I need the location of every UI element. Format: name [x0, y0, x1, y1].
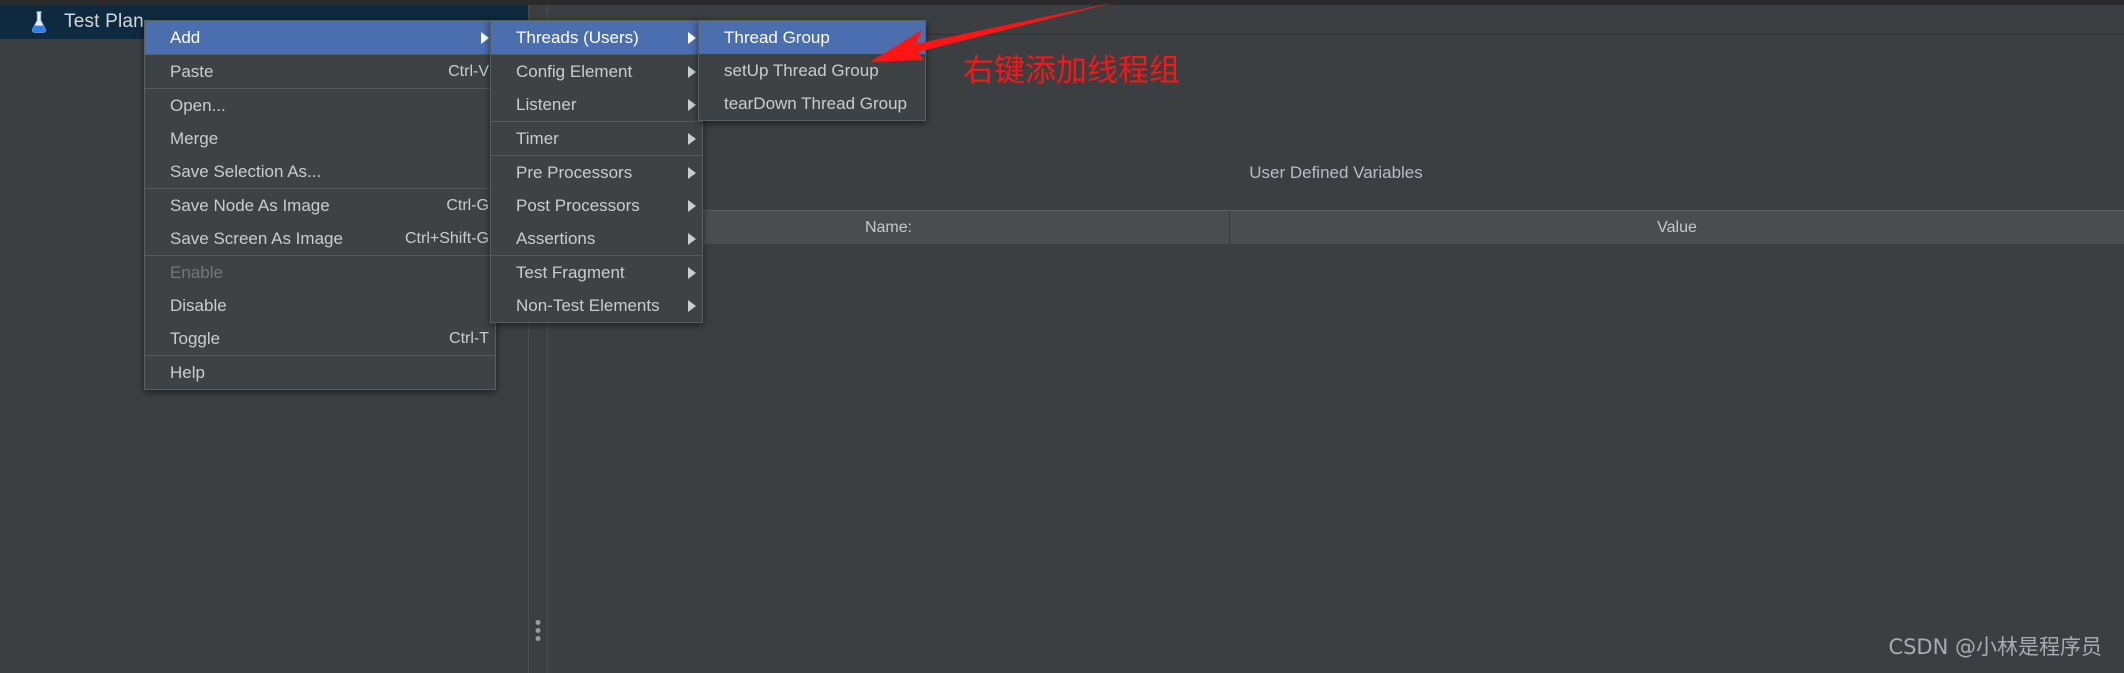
menu-item-config-element[interactable]: Config Element: [491, 55, 702, 88]
chevron-right-icon: [481, 31, 489, 44]
menu-item-threads-users[interactable]: Threads (Users): [491, 21, 702, 54]
chevron-right-icon: [688, 199, 696, 212]
menu-item-label: tearDown Thread Group: [724, 93, 908, 113]
watermark-label: CSDN @小林是程序员: [1888, 635, 2102, 659]
table-header-row: Name: Value: [548, 210, 2124, 246]
menu-item-timer[interactable]: Timer: [491, 122, 702, 155]
menu-item-save-screen-as-image[interactable]: Save Screen As Image Ctrl+Shift-G: [145, 222, 495, 255]
menu-item-listener[interactable]: Listener: [491, 88, 702, 121]
menu-item-toggle[interactable]: Toggle Ctrl-T: [145, 322, 495, 355]
menu-item-label: Help: [170, 362, 205, 382]
chevron-right-icon: [688, 266, 696, 279]
menu-item-label: Paste: [170, 61, 214, 81]
menu-item-teardown-thread-group[interactable]: tearDown Thread Group: [699, 87, 925, 120]
menu-item-non-test-elements[interactable]: Non-Test Elements: [491, 289, 702, 322]
menu-item-label: Thread Group: [724, 27, 830, 47]
annotation-text: 右键添加线程组: [963, 53, 1180, 89]
chevron-right-icon: [688, 232, 696, 245]
menu-item-shortcut: Ctrl-V: [448, 62, 489, 80]
menu-item-assertions[interactable]: Assertions: [491, 222, 702, 255]
menu-item-thread-group[interactable]: Thread Group: [699, 21, 925, 54]
table-header-value[interactable]: Value: [1230, 211, 2124, 245]
menu-item-label: Listener: [516, 94, 577, 114]
menu-item-label: Enable: [170, 262, 223, 282]
menu-item-label: Timer: [516, 128, 559, 148]
menu-item-paste[interactable]: Paste Ctrl-V: [145, 55, 495, 88]
context-menu-root[interactable]: Add Paste Ctrl-V Open... Merge Save Selection…: [144, 20, 496, 390]
menu-item-save-node-as-image[interactable]: Save Node As Image Ctrl-G: [145, 189, 495, 222]
menu-item-label: Merge: [170, 128, 219, 148]
menu-item-open[interactable]: Open...: [145, 89, 495, 122]
menu-item-label: Post Processors: [516, 195, 640, 215]
menu-item-shortcut: Ctrl-G: [446, 196, 489, 214]
user-defined-variables-table: Name: Value: [548, 210, 2124, 673]
menu-item-post-processors[interactable]: Post Processors: [491, 189, 702, 222]
menu-item-shortcut: Ctrl+Shift-G: [404, 229, 489, 247]
menu-item-shortcut: Ctrl-T: [449, 329, 489, 347]
menu-item-label: Assertions: [516, 228, 596, 248]
menu-item-label: Save Node As Image: [170, 195, 330, 215]
menu-item-label: Toggle: [170, 328, 221, 348]
jmeter-window: Test Plan User Defined Variables Name: V…: [0, 0, 2124, 673]
menu-item-save-selection-as[interactable]: Save Selection As...: [145, 155, 495, 188]
menu-item-setup-thread-group[interactable]: setUp Thread Group: [699, 54, 925, 87]
menu-item-label: Threads (Users): [516, 27, 639, 47]
menu-item-label: Add: [170, 27, 201, 47]
chevron-right-icon: [688, 132, 696, 145]
chevron-right-icon: [688, 98, 696, 111]
menu-item-label: Save Screen As Image: [170, 228, 343, 248]
menu-item-merge[interactable]: Merge: [145, 122, 495, 155]
menu-item-label: Non-Test Elements: [516, 295, 660, 315]
tree-node-label: Test Plan: [64, 11, 144, 32]
user-defined-variables-title: User Defined Variables: [1249, 163, 1423, 182]
chevron-right-icon: [688, 65, 696, 78]
jmeter-flask-icon: [30, 11, 48, 33]
menu-item-test-fragment[interactable]: Test Fragment: [491, 256, 702, 289]
menu-item-pre-processors[interactable]: Pre Processors: [491, 156, 702, 189]
menu-item-label: setUp Thread Group: [724, 60, 879, 80]
menu-item-help[interactable]: Help: [145, 356, 495, 389]
menu-item-label: Config Element: [516, 61, 633, 81]
menu-item-label: Save Selection As...: [170, 161, 322, 181]
chevron-right-icon: [688, 31, 696, 44]
menu-item-enable: Enable: [145, 256, 495, 289]
menu-item-label: Open...: [170, 95, 226, 115]
menu-item-label: Pre Processors: [516, 162, 633, 182]
menu-item-add[interactable]: Add: [145, 21, 495, 54]
context-menu-threads-submenu[interactable]: Thread Group setUp Thread Group tearDown T…: [698, 20, 926, 121]
menu-item-label: Disable: [170, 295, 227, 315]
table-body[interactable]: [548, 244, 2124, 673]
chevron-right-icon: [688, 299, 696, 312]
splitter-grip-icon[interactable]: [535, 620, 541, 641]
context-menu-add-submenu[interactable]: Threads (Users) Config Element Listener Tim…: [490, 20, 703, 323]
chevron-right-icon: [688, 166, 696, 179]
menu-item-label: Test Fragment: [516, 262, 625, 282]
menu-item-disable[interactable]: Disable: [145, 289, 495, 322]
